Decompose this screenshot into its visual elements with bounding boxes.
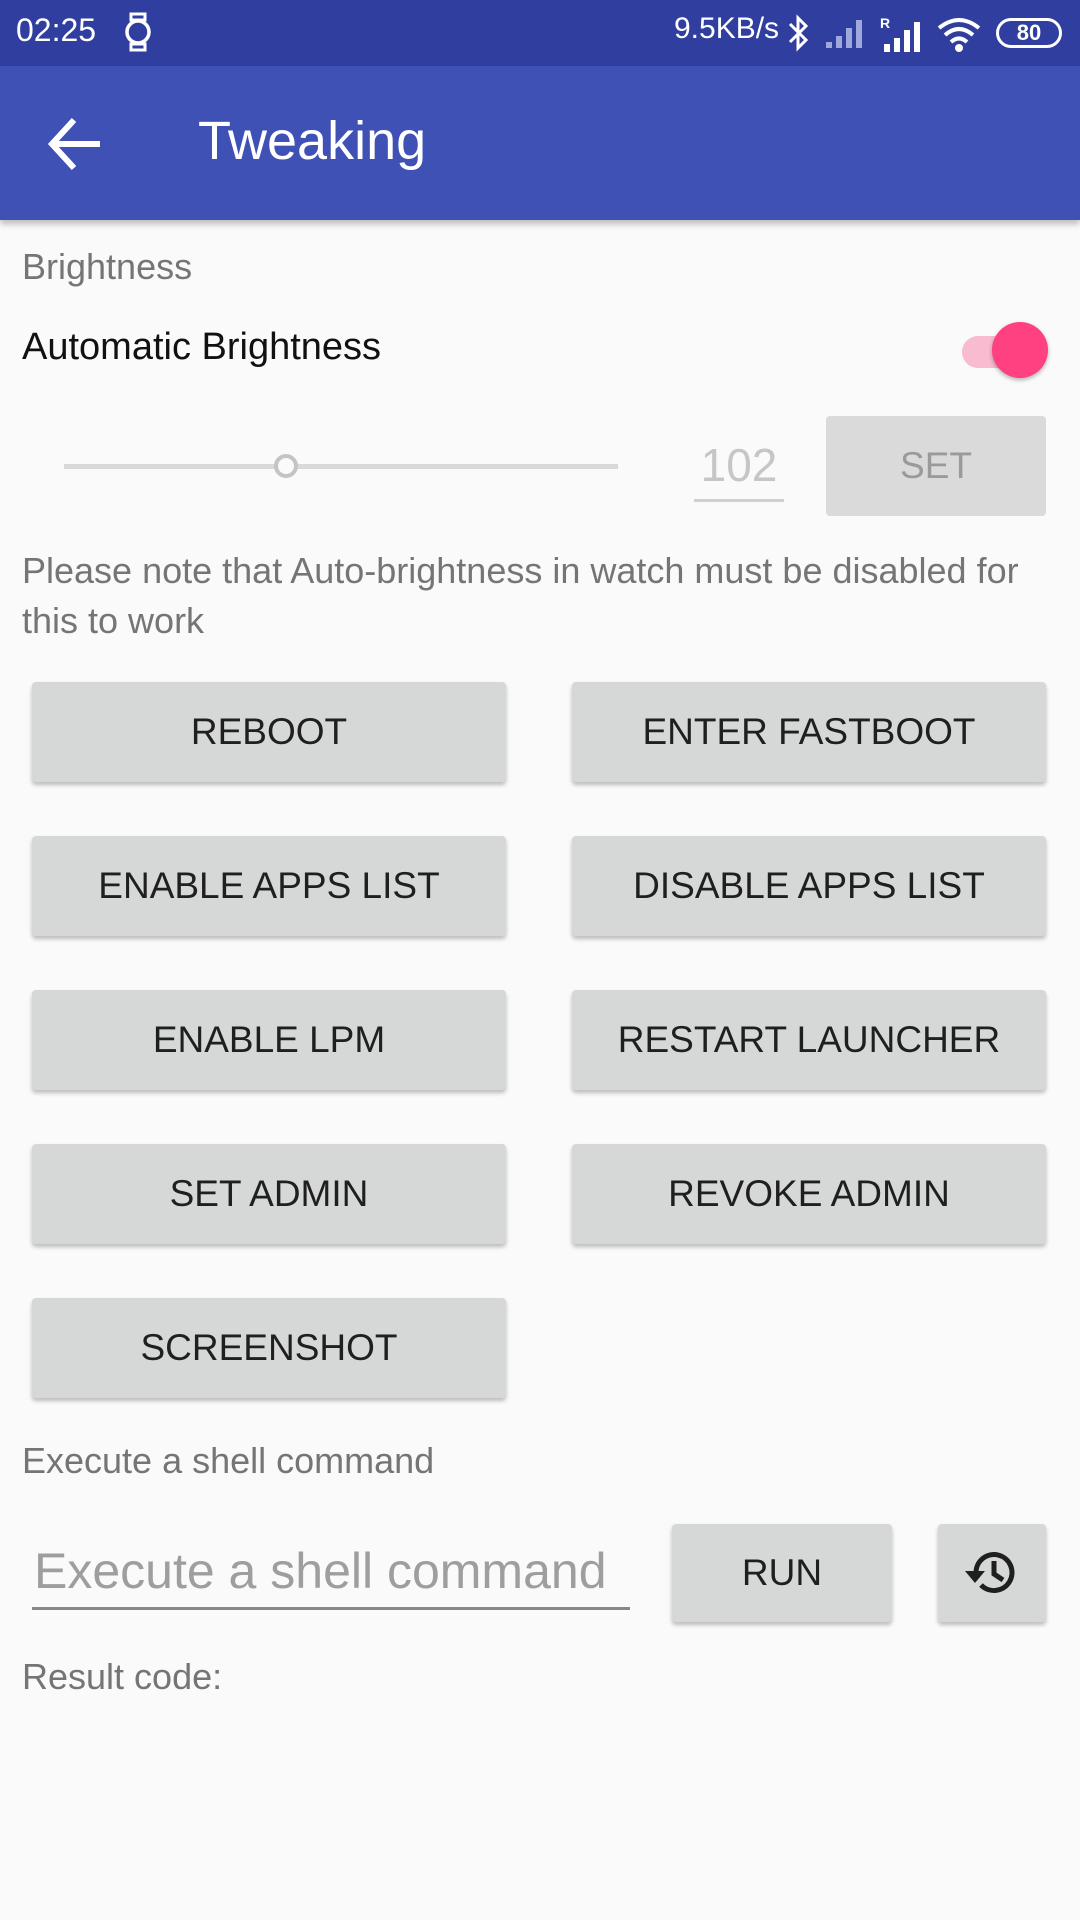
network-speed: 9.5KB/s	[674, 12, 780, 45]
set-admin-button[interactable]: SET ADMIN	[32, 1144, 506, 1244]
enable-apps-list-button[interactable]: ENABLE APPS LIST	[32, 836, 506, 936]
arrow-back-icon[interactable]	[44, 114, 108, 174]
screenshot-button[interactable]: SCREENSHOT	[32, 1298, 506, 1398]
roaming-signal-icon: R	[880, 15, 920, 52]
history-button[interactable]	[938, 1524, 1046, 1622]
brightness-slider[interactable]	[64, 446, 618, 486]
shell-section-label: Execute a shell command	[22, 1440, 435, 1481]
restart-launcher-button[interactable]: RESTART LAUNCHER	[572, 990, 1046, 1090]
svg-text:R: R	[880, 15, 890, 31]
brightness-section-label: Brightness	[22, 246, 193, 287]
auto-brightness-note: Please note that Auto-brightness in watc…	[22, 550, 1019, 641]
result-code-label: Result code:	[22, 1656, 223, 1697]
battery-icon: 80	[996, 18, 1062, 48]
slider-thumb[interactable]	[273, 454, 298, 478]
switch-thumb	[992, 322, 1048, 378]
signal-icon	[826, 20, 862, 48]
app-bar: Tweaking	[0, 66, 1080, 220]
page-title: Tweaking	[198, 111, 427, 171]
run-button[interactable]: RUN	[672, 1524, 892, 1622]
reboot-button[interactable]: REBOOT	[32, 682, 506, 782]
set-brightness-button[interactable]: SET	[826, 416, 1046, 516]
disable-apps-list-button[interactable]: DISABLE APPS LIST	[572, 836, 1046, 936]
watch-icon	[125, 12, 151, 52]
automatic-brightness-label: Automatic Brightness	[22, 326, 382, 368]
history-icon	[965, 1552, 1015, 1594]
wifi-icon	[937, 18, 981, 52]
bluetooth-icon	[788, 14, 809, 52]
shell-command-input[interactable]: Execute a shell command	[32, 1536, 630, 1610]
enter-fastboot-button[interactable]: ENTER FASTBOOT	[572, 682, 1046, 782]
slider-track	[64, 464, 618, 469]
revoke-admin-button[interactable]: REVOKE ADMIN	[572, 1144, 1046, 1244]
enable-lpm-button[interactable]: ENABLE LPM	[32, 990, 506, 1090]
automatic-brightness-switch[interactable]	[958, 322, 1050, 378]
status-bar: 02:25 9.5KB/s R 80	[0, 0, 1080, 66]
brightness-value-field[interactable]: 102	[694, 436, 784, 502]
status-time: 02:25	[16, 12, 97, 48]
